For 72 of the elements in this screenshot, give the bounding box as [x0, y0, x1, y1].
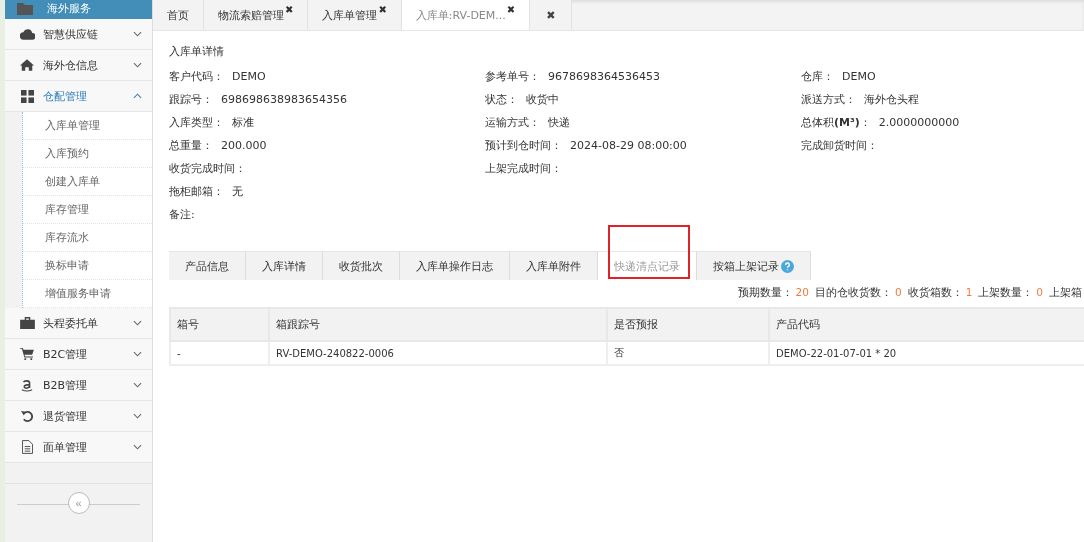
submenu-item[interactable]: 库存管理	[23, 196, 152, 224]
page-tab[interactable]: 入库单管理✖	[308, 0, 402, 30]
menu-group[interactable]: 智慧供应链	[5, 19, 152, 50]
document-icon	[21, 440, 33, 454]
detail-field: 预计到仓时间： 2024-08-29 08:00:00	[485, 138, 801, 153]
chevron-down-icon	[133, 320, 142, 326]
section-title: 入库单详情	[169, 44, 225, 59]
cart-icon	[20, 348, 34, 360]
menu-group[interactable]: 退货管理	[5, 401, 152, 432]
close-tab-icon[interactable]: ✖	[378, 4, 387, 15]
detail-tab[interactable]: 入库单附件	[510, 251, 598, 280]
menu-group[interactable]: 头程委托单	[5, 308, 152, 339]
close-tab-icon[interactable]: ✖	[506, 4, 516, 15]
menu-group[interactable]: 面单管理	[5, 432, 152, 463]
detail-tab[interactable]: 产品信息	[169, 251, 246, 280]
table-cell: RV-DEMO-240822-0006	[269, 341, 607, 365]
detail-field: 仓库： DEMO	[801, 69, 1084, 84]
detail-tab[interactable]: 入库单操作日志	[400, 251, 510, 280]
detail-field: 备注:	[169, 207, 485, 222]
column-header: 是否预报	[607, 308, 769, 341]
submenu-item[interactable]: 创建入库单	[23, 168, 152, 196]
column-header: 箱跟踪号	[269, 308, 607, 341]
detail-field: 总重量： 200.000	[169, 138, 485, 153]
submenu-item[interactable]: 库存流水	[23, 224, 152, 252]
detail-field: 上架完成时间：	[485, 161, 801, 176]
close-tab-icon[interactable]: ✖	[285, 4, 294, 15]
detail-field: 参考单号： 9678698364536453	[485, 69, 801, 84]
chevron-down-icon	[133, 444, 142, 450]
chevron-down-icon	[133, 351, 142, 357]
detail-field: 派送方式： 海外仓头程	[801, 92, 1084, 107]
summary-line: 预期数量： 20 目的仓收货数： 0 收货箱数： 1 上架数量： 0 上架箱	[737, 286, 1082, 300]
amazon-a-icon	[21, 377, 33, 393]
folder-icon	[17, 1, 33, 15]
table-cell: 否	[607, 341, 769, 365]
grid-icon	[20, 89, 34, 103]
submenu-item[interactable]: 入库单管理	[23, 112, 152, 140]
chevron-down-icon	[133, 413, 142, 419]
detail-field: 拖柜邮箱： 无	[169, 184, 485, 199]
sidebar-header-label: 海外服务	[47, 0, 91, 16]
undo-icon	[20, 409, 34, 423]
page-tab[interactable]: 物流索赔管理✖	[204, 0, 309, 30]
detail-field: 运输方式： 快递	[485, 115, 801, 130]
submenu-item[interactable]: 入库预约	[23, 140, 152, 168]
column-header: 箱号	[170, 308, 269, 341]
detail-field: 入库类型： 标准	[169, 115, 485, 130]
chevron-up-icon	[133, 93, 142, 99]
menu-group[interactable]: B2C管理	[5, 339, 152, 370]
detail-field: 收货完成时间：	[169, 161, 485, 176]
table-cell: -	[170, 341, 269, 365]
close-all-tabs-button[interactable]: ✖	[530, 0, 573, 30]
detail-tab[interactable]: 按箱上架记录	[697, 251, 811, 280]
detail-field: 客户代码： DEMO	[169, 69, 485, 84]
sidebar-header[interactable]: 海外服务	[5, 0, 152, 19]
detail-field: 完成卸货时间：	[801, 138, 1084, 153]
detail-field: 总体积(M³)： 2.0000000000	[801, 115, 1084, 130]
menu-group[interactable]: B2B管理	[5, 370, 152, 401]
chevron-down-icon	[133, 382, 142, 388]
column-header: 产品代码	[769, 308, 1084, 341]
detail-tab[interactable]: 收货批次	[323, 251, 400, 280]
detail-field: 状态： 收货中	[485, 92, 801, 107]
chevron-down-icon	[133, 31, 142, 37]
page-tab[interactable]: 首页	[153, 0, 204, 30]
cloud-icon	[19, 28, 35, 40]
detail-tab[interactable]: 入库详情	[246, 251, 323, 280]
briefcase-icon	[19, 317, 35, 329]
detail-field: 跟踪号： 698698638983654356	[169, 92, 485, 107]
menu-group[interactable]: 海外仓信息	[5, 50, 152, 81]
home-icon	[20, 59, 34, 71]
chevron-down-icon	[133, 62, 142, 68]
submenu-item[interactable]: 换标申请	[23, 252, 152, 280]
menu-group[interactable]: 仓配管理	[5, 81, 152, 112]
page-tab[interactable]: 入库单:RV-DEM...✖	[401, 0, 531, 30]
